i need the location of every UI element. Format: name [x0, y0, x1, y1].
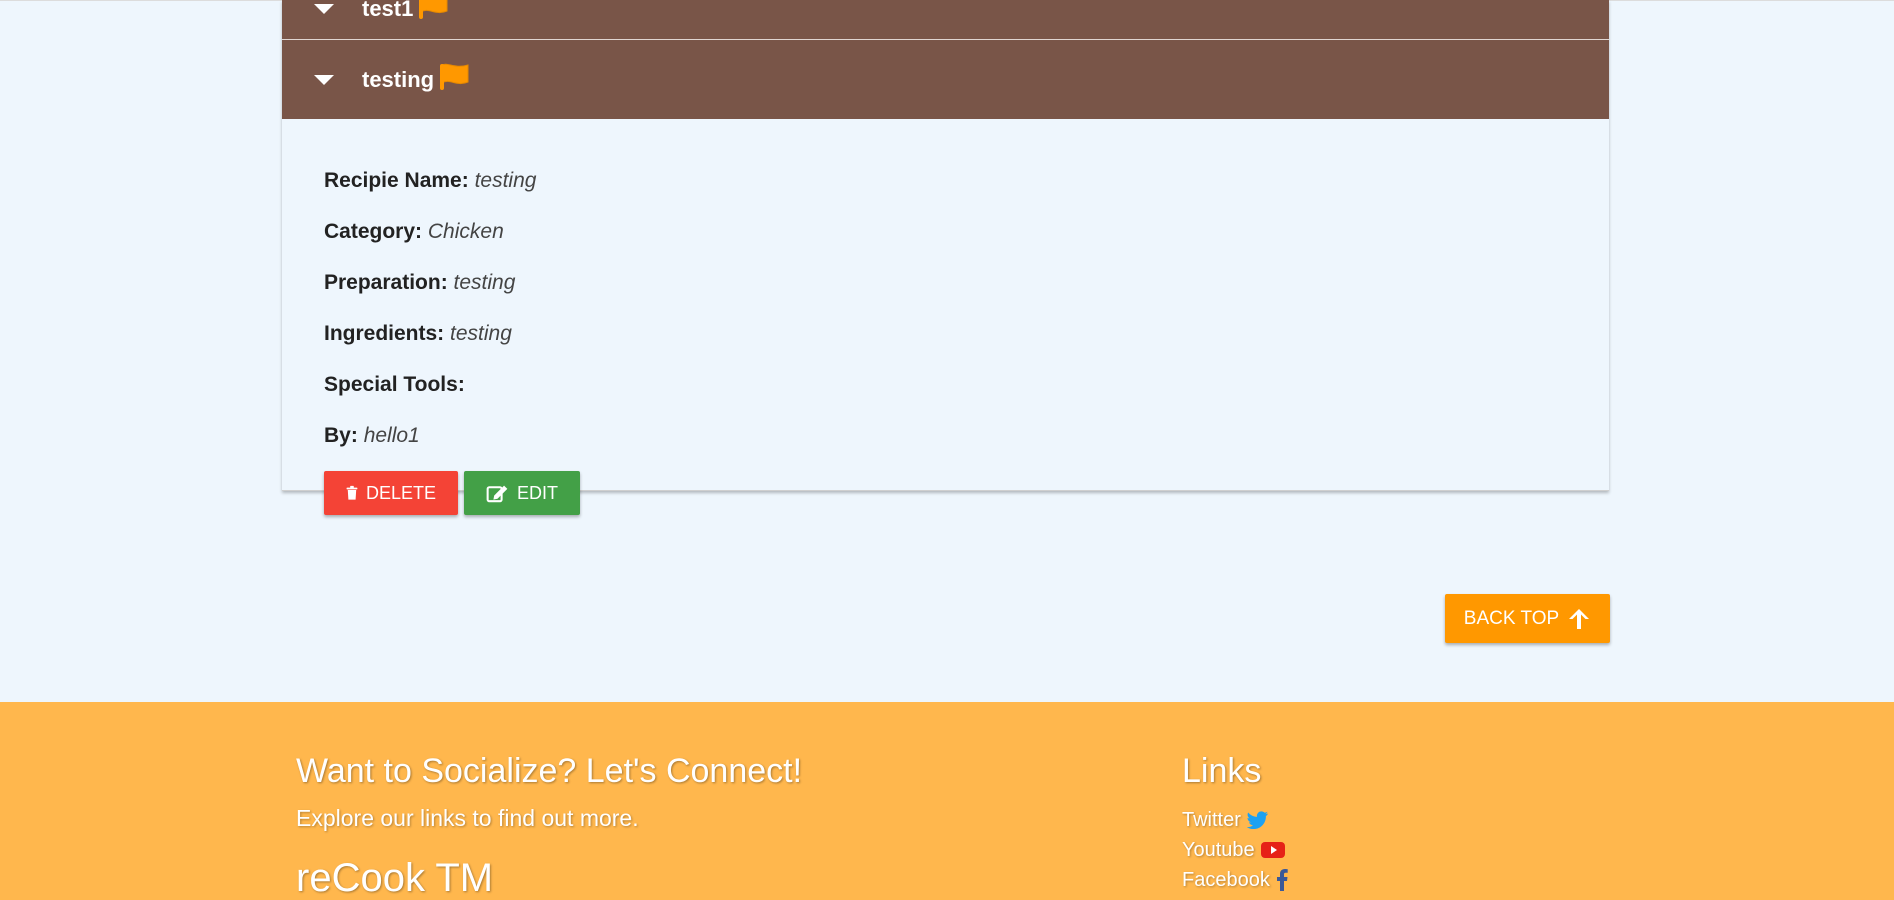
field-value: hello1 — [363, 424, 420, 447]
edit-button[interactable]: EDIT — [464, 471, 580, 515]
field-label: Category: — [324, 220, 423, 243]
delete-button[interactable]: DELETE — [324, 471, 458, 515]
facebook-icon — [1276, 869, 1288, 891]
recipe-title-wrap: test1 — [314, 0, 451, 27]
edit-label: EDIT — [516, 482, 558, 503]
ingredients-field: Ingredients: testing — [324, 322, 1567, 346]
footer-heading: Want to Socialize? Let's Connect! — [296, 752, 803, 790]
link-label: Facebook — [1182, 868, 1270, 891]
category-field: Category: Chicken — [324, 220, 1567, 244]
recipe-header-testing[interactable]: testing — [282, 40, 1609, 119]
field-value: testing — [450, 322, 512, 345]
recipe-accordion: test1 testing Recipie Name: testing Cate… — [282, 0, 1609, 515]
flag-icon — [417, 0, 451, 27]
links-title: Links — [1182, 752, 1262, 790]
field-label: Special Tools: — [324, 373, 465, 396]
footer-subtext: Explore our links to find out more. — [296, 805, 639, 831]
field-label: Recipie Name: — [324, 169, 469, 192]
back-top-label: BACK TOP — [1463, 607, 1560, 629]
delete-label: DELETE — [365, 482, 436, 503]
field-value: Chicken — [427, 220, 504, 243]
recipe-actions: DELETE EDIT — [324, 471, 1567, 515]
facebook-link[interactable]: Facebook — [1182, 865, 1288, 895]
field-label: Preparation: — [324, 271, 448, 294]
caret-down-icon — [314, 4, 334, 14]
field-label: By: — [324, 424, 358, 447]
youtube-icon — [1260, 841, 1285, 859]
recipe-title: testing — [362, 66, 435, 92]
recipe-name-field: Recipie Name: testing — [324, 169, 1567, 193]
link-label: Twitter — [1182, 808, 1241, 831]
back-to-top-button[interactable]: BACK TOP — [1445, 594, 1610, 643]
recipe-title-wrap: testing — [314, 62, 472, 98]
site-footer: Want to Socialize? Let's Connect! Explor… — [0, 702, 1894, 900]
recipe-details: Recipie Name: testing Category: Chicken … — [282, 119, 1609, 515]
field-value: testing — [474, 169, 537, 192]
author-field: By: hello1 — [324, 424, 1567, 448]
special-tools-field: Special Tools: — [324, 373, 1567, 397]
recipe-title: test1 — [362, 0, 414, 21]
youtube-link[interactable]: Youtube — [1182, 835, 1288, 865]
footer-links: Links Twitter Youtube Facebook — [1182, 752, 1288, 895]
field-value: testing — [453, 271, 516, 294]
trash-icon — [346, 485, 358, 500]
recipe-header-test1[interactable]: test1 — [282, 0, 1609, 40]
edit-icon — [486, 485, 508, 503]
footer-brand: reCook TM — [296, 856, 494, 900]
field-label: Ingredients: — [324, 322, 445, 345]
arrow-up-icon — [1569, 608, 1590, 629]
flag-icon — [438, 62, 472, 98]
link-label: Youtube — [1182, 838, 1255, 861]
twitter-icon — [1246, 811, 1269, 829]
footer-social: Want to Socialize? Let's Connect! Explor… — [296, 752, 802, 900]
caret-down-icon — [314, 74, 334, 85]
preparation-field: Preparation: testing — [324, 271, 1567, 295]
twitter-link[interactable]: Twitter — [1182, 805, 1288, 835]
